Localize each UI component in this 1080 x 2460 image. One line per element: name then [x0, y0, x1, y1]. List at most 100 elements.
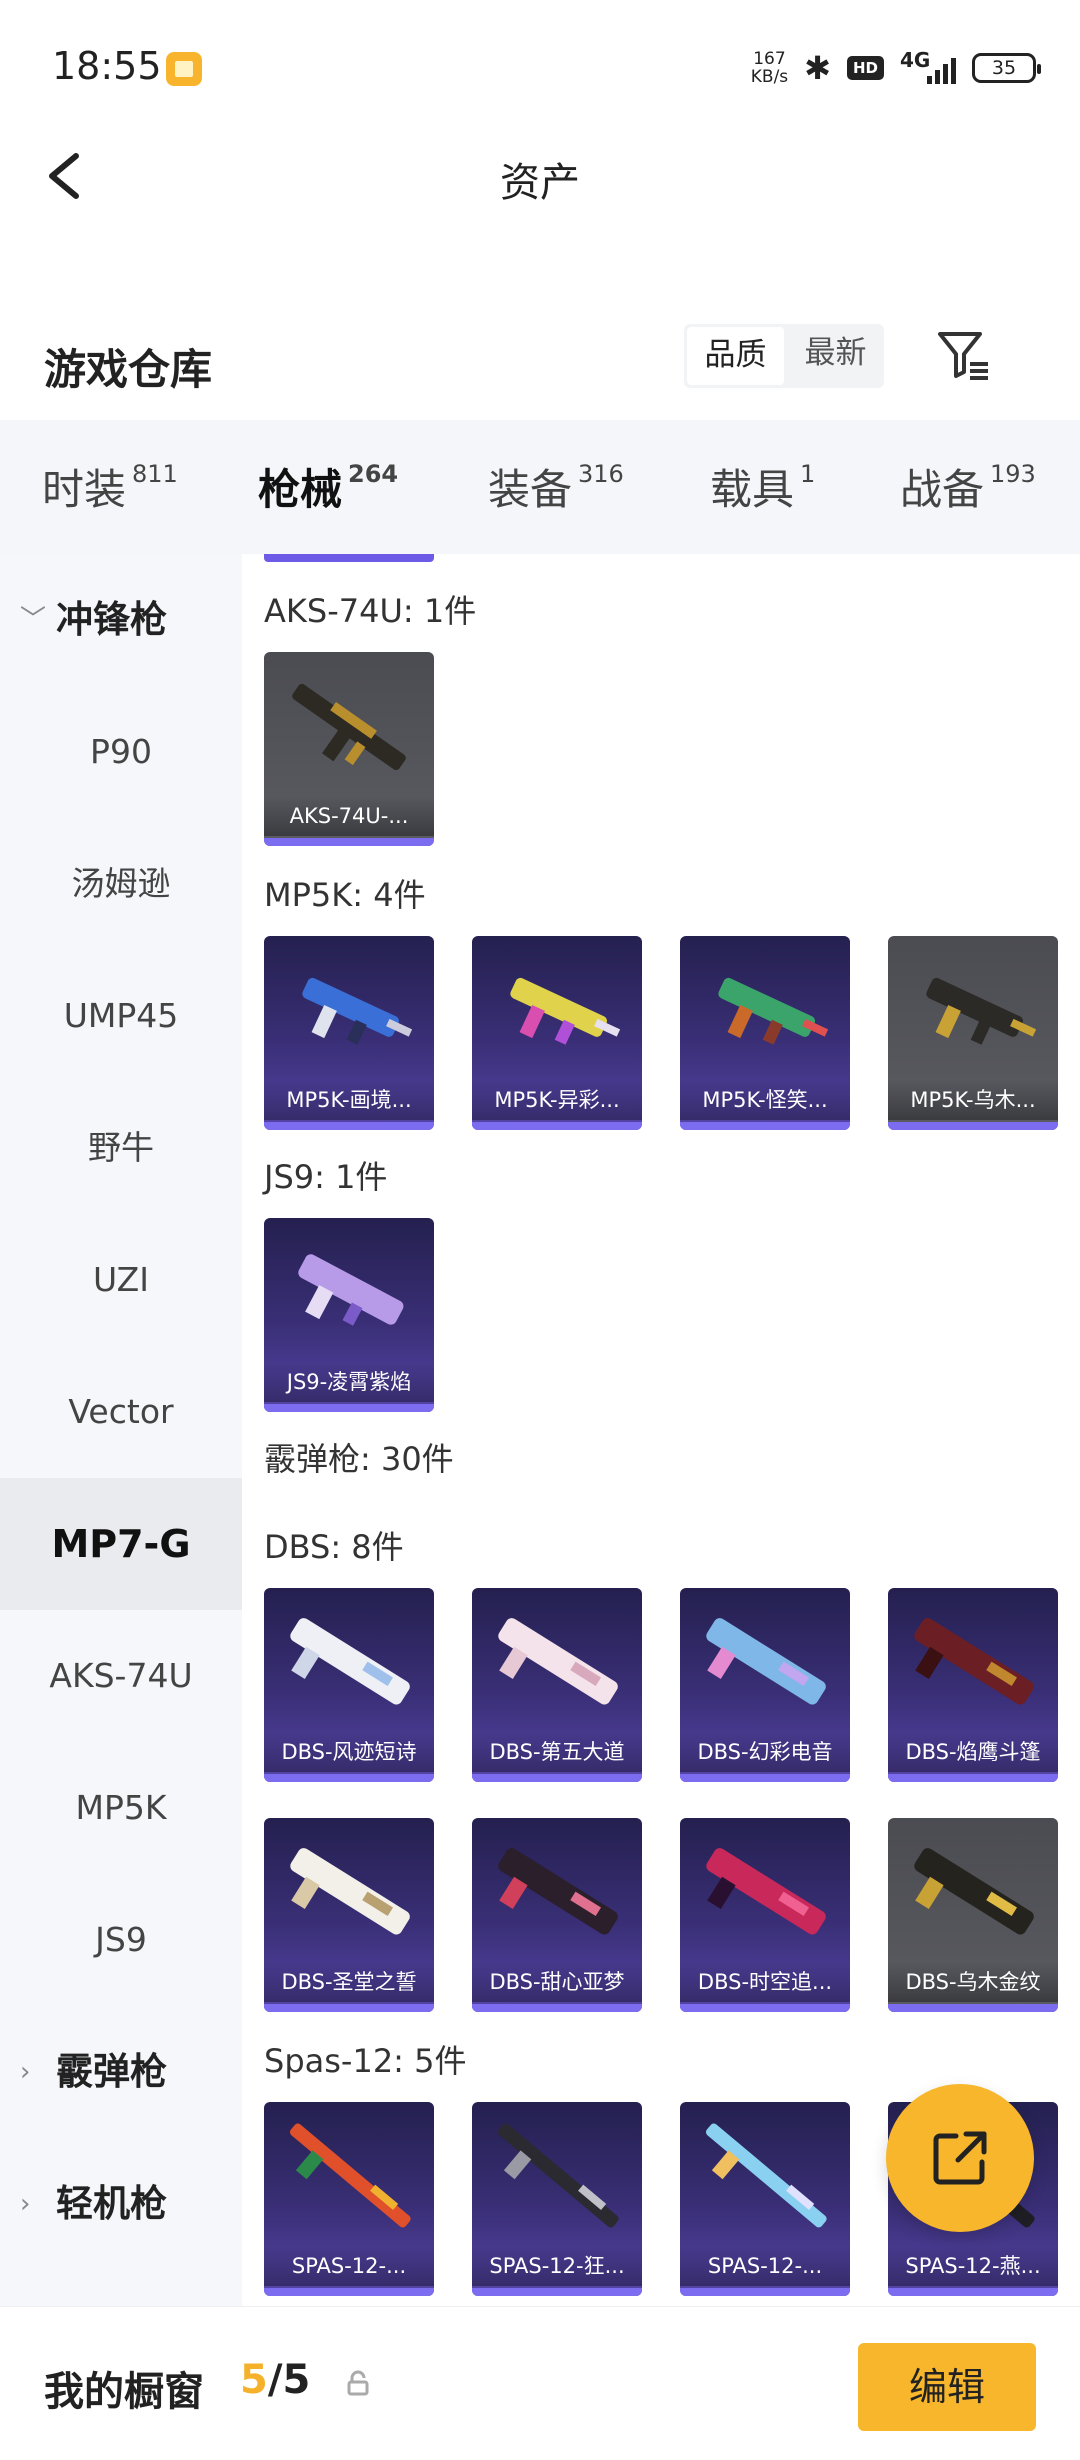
- weapon-card[interactable]: DBS-焰鹰斗篷: [888, 1588, 1058, 1782]
- sidebar-item-aks74u[interactable]: AKS-74U: [0, 1610, 242, 1742]
- weapon-name: DBS-焰鹰斗篷: [888, 1732, 1058, 1772]
- weapon-card[interactable]: MP5K-异彩...: [472, 936, 642, 1130]
- sidebar-group-shotgun[interactable]: › 霰弹枪: [0, 2006, 242, 2138]
- sort-toggle: 品质 最新: [684, 324, 884, 388]
- net-speed-unit: KB/s: [750, 67, 789, 87]
- weapon-card[interactable]: MP5K-画境...: [264, 936, 434, 1130]
- weapon-card[interactable]: DBS-第五大道: [472, 1588, 642, 1782]
- tab-label: 枪械: [258, 465, 343, 514]
- weapon-category-sidebar: ﹀ 冲锋枪 P90 汤姆逊 UMP45 野牛 UZI Vector MP7-G …: [0, 554, 242, 2306]
- sidebar-item-ump45[interactable]: UMP45: [0, 950, 242, 1082]
- weapon-card[interactable]: DBS-幻彩电音: [680, 1588, 850, 1782]
- weapon-card[interactable]: SPAS-12-...: [264, 2102, 434, 2296]
- weapon-card[interactable]: DBS-乌木金纹: [888, 1818, 1058, 2012]
- weapon-card[interactable]: SPAS-12-狂...: [472, 2102, 642, 2296]
- share-fab-button[interactable]: [886, 2084, 1034, 2232]
- rarity-bar: [264, 838, 434, 846]
- sidebar-item-p90[interactable]: P90: [0, 686, 242, 818]
- weapon-name: MP5K-画境...: [264, 1080, 434, 1120]
- sidebar-group-lmg[interactable]: › 轻机枪: [0, 2138, 242, 2270]
- bluetooth-icon: ✱: [804, 49, 831, 87]
- partial-item-edge: [264, 554, 434, 562]
- shotgun-icon: [706, 1848, 826, 1935]
- hd-icon: HD: [846, 56, 884, 80]
- rarity-bar: [888, 2004, 1058, 2012]
- tab-label: 载具: [710, 465, 795, 514]
- weapon-card[interactable]: DBS-时空追...: [680, 1818, 850, 2012]
- external-link-icon: [933, 2131, 987, 2185]
- weapon-card[interactable]: AKS-74U-...: [264, 652, 434, 846]
- tab-supplies[interactable]: 战备 193: [900, 456, 1036, 517]
- sidebar-item-uzi[interactable]: UZI: [0, 1214, 242, 1346]
- chevron-down-icon: ﹀: [20, 605, 47, 635]
- shotgun-icon: [289, 2123, 411, 2228]
- weapon-card[interactable]: SPAS-12-...: [680, 2102, 850, 2296]
- rarity-bar: [472, 1122, 642, 1130]
- rarity-bar: [680, 2288, 850, 2296]
- weapon-card[interactable]: JS9-凌霄紫焰: [264, 1218, 434, 1412]
- weapon-name: MP5K-怪笑...: [680, 1080, 850, 1120]
- sidebar-item-vector[interactable]: Vector: [0, 1346, 242, 1478]
- signal-icon: 4G: [900, 48, 956, 88]
- rarity-bar: [264, 1122, 434, 1130]
- rarity-bar: [472, 2288, 642, 2296]
- group-title-shotgun: 霰弹枪: 30件: [264, 1440, 454, 1478]
- weapon-card[interactable]: MP5K-怪笑...: [680, 936, 850, 1130]
- weapon-card[interactable]: DBS-风迹短诗: [264, 1588, 434, 1782]
- tab-label: 装备: [488, 465, 573, 514]
- tab-vehicles[interactable]: 载具 1: [710, 456, 815, 517]
- sidebar-item-thompson[interactable]: 汤姆逊: [0, 818, 242, 950]
- status-icons: 167 KB/s ✱ HD 4G 35: [750, 44, 1041, 92]
- warehouse-header: 游戏仓库 品质 最新: [0, 300, 1080, 420]
- rarity-bar: [680, 1122, 850, 1130]
- weapon-name: SPAS-12-狂...: [472, 2246, 642, 2286]
- sidebar-item-mp5k[interactable]: MP5K: [0, 1742, 242, 1874]
- shotgun-icon: [497, 2123, 619, 2228]
- smg-icon: [302, 977, 413, 1045]
- weapon-name: SPAS-12-...: [680, 2246, 850, 2286]
- shotgun-icon: [290, 1848, 410, 1935]
- rarity-bar: [888, 2288, 1058, 2296]
- tab-equipment[interactable]: 装备 316: [488, 456, 624, 517]
- showcase-count: 5/5: [240, 2357, 310, 2403]
- rarity-bar: [264, 1404, 434, 1412]
- shotgun-icon: [498, 1618, 618, 1705]
- shotgun-icon: [914, 1618, 1034, 1705]
- weapon-name: DBS-圣堂之誓: [264, 1962, 434, 2002]
- tab-label: 时装: [42, 465, 127, 514]
- weapon-name: DBS-风迹短诗: [264, 1732, 434, 1772]
- weapon-card[interactable]: MP5K-乌木...: [888, 936, 1058, 1130]
- showcase-total: 5: [282, 2357, 311, 2403]
- rarity-bar: [680, 2004, 850, 2012]
- category-tabs: 时装 811 枪械 264 装备 316 载具 1 战备 193: [0, 420, 1080, 566]
- group-title-spas12: Spas-12: 5件: [264, 2042, 467, 2080]
- filter-icon: [938, 332, 988, 380]
- weapon-card[interactable]: DBS-圣堂之誓: [264, 1818, 434, 2012]
- tab-count: 811: [132, 460, 178, 488]
- rarity-bar: [888, 1122, 1058, 1130]
- sidebar-group-smg[interactable]: ﹀ 冲锋枪: [0, 554, 242, 686]
- sidebar-item-bizon[interactable]: 野牛: [0, 1082, 242, 1214]
- page-title: 资产: [500, 160, 580, 206]
- weapon-card[interactable]: DBS-甜心亚梦: [472, 1818, 642, 2012]
- shotgun-icon: [914, 1848, 1034, 1935]
- shotgun-icon: [705, 2123, 827, 2228]
- sort-latest-button[interactable]: 最新: [787, 324, 884, 388]
- weapon-name: DBS-幻彩电音: [680, 1732, 850, 1772]
- network-type: 4G: [900, 48, 931, 72]
- top-nav: 资产: [0, 130, 1080, 220]
- rarity-bar: [472, 2004, 642, 2012]
- weapon-name: DBS-第五大道: [472, 1732, 642, 1772]
- tab-fashion[interactable]: 时装 811: [42, 456, 178, 517]
- sidebar-item-js9[interactable]: JS9: [0, 1874, 242, 2006]
- weapon-name: MP5K-乌木...: [888, 1080, 1058, 1120]
- filter-button[interactable]: [936, 328, 992, 384]
- sidebar-item-mp7g[interactable]: MP7-G: [0, 1478, 242, 1610]
- chevron-right-icon: ›: [20, 2189, 31, 2219]
- edit-button[interactable]: 编辑: [858, 2343, 1036, 2431]
- battery-icon: 35: [972, 53, 1041, 83]
- sort-quality-button[interactable]: 品质: [687, 327, 784, 385]
- rarity-bar: [888, 1774, 1058, 1782]
- battery-level: 35: [991, 57, 1017, 79]
- tab-firearms[interactable]: 枪械 264: [258, 456, 398, 566]
